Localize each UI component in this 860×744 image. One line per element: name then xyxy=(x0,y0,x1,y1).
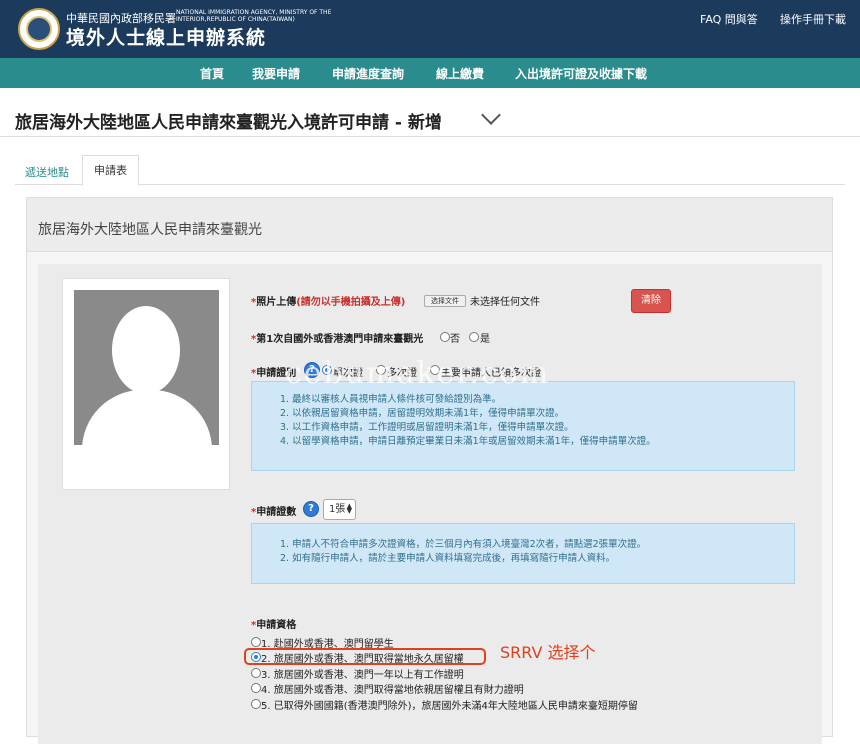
info-line: 3. 以工作資格申請，工作證明或居留證明未滿1年，僅得申請單次證。 xyxy=(280,422,574,433)
clear-button[interactable]: 清除 xyxy=(631,289,671,313)
tab-application-form[interactable]: 申請表 xyxy=(82,155,139,186)
nav-item-payment[interactable]: 線上繳費 xyxy=(436,65,484,82)
divider xyxy=(0,136,860,137)
tabs-divider xyxy=(15,184,845,185)
photo-label-text: 照片上傳 xyxy=(256,297,297,308)
nav-item-progress[interactable]: 申請進度查詢 xyxy=(332,65,404,82)
info-line: 2. 如有隨行申請人，請於主要申請人資料填寫完成後，再填寫隨行申請人資料。 xyxy=(280,553,616,564)
help-icon[interactable]: ? xyxy=(303,501,319,517)
first-time-yes-radio[interactable] xyxy=(469,332,479,342)
photo-upload-label: *照片上傳(請勿以手機拍攝及上傳) xyxy=(251,293,405,308)
qualification-option-3: 3. 旅居國外或香港、澳門一年以上有工作證明 xyxy=(261,670,464,681)
file-status: 未选择任何文件 xyxy=(470,297,540,308)
count-info-box: 1. 申請人不符合申請多次證資格，於三個月內有須入境臺灣2次者，請點選2張單次證… xyxy=(251,523,795,584)
first-time-no-label: 否 xyxy=(450,334,460,345)
info-line: 2. 以依親居留資格申請，居留證明效期未滿1年，僅得申請單次證。 xyxy=(280,408,565,419)
permit-count-text: 申請證數 xyxy=(256,507,297,518)
main-nav: 首頁 我要申請 申請進度查詢 線上繳費 入出境許可證及收據下載 xyxy=(0,58,860,88)
watermark: cebumaker.com xyxy=(285,356,551,391)
info-line: 1. 最終以審核人員視申請人條件核可發給證別為準。 xyxy=(280,394,502,405)
permit-count-value: 1張 xyxy=(329,504,346,515)
qualification-radio-3[interactable] xyxy=(251,668,261,678)
chevron-down-icon[interactable] xyxy=(481,105,501,125)
agency-name-en: NATIONAL IMMIGRATION AGENCY, MINISTRY OF… xyxy=(176,9,332,23)
qualification-radio-4[interactable] xyxy=(251,683,261,693)
first-time-yes-label: 是 xyxy=(480,334,490,345)
choose-file-button[interactable]: 选择文件 xyxy=(424,295,466,307)
info-line: 1. 申請人不符合申請多次證資格，於三個月內有須入境臺灣2次者，請點選2張單次證… xyxy=(280,539,647,550)
qualification-radio-5[interactable] xyxy=(251,699,261,709)
tab-delivery-location[interactable]: 遞送地點 xyxy=(25,164,69,180)
site-header: 中華民國內政部移民署 NATIONAL IMMIGRATION AGENCY, … xyxy=(0,0,860,58)
qualification-label: *申請資格 xyxy=(251,616,296,631)
info-line: 4. 以留學資格申請，申請日離預定畢業日未滿1年或居留效期未滿1年，僅得申請單次… xyxy=(280,436,656,447)
photo-preview xyxy=(62,278,230,490)
permit-info-box: 1. 最終以審核人員視申請人條件核可發給證別為準。 2. 以依親居留資格申請，居… xyxy=(251,381,795,471)
nav-item-apply[interactable]: 我要申請 xyxy=(252,65,300,82)
permit-count-select[interactable]: 1張 ▲ ▼ xyxy=(323,499,356,520)
first-time-text: 第1次自國外或香港澳門申請來臺觀光 xyxy=(256,334,424,345)
system-title[interactable]: 境外人士線上申辦系統 xyxy=(66,23,266,50)
nav-item-permit-download[interactable]: 入出境許可證及收據下載 xyxy=(515,65,647,82)
faq-link[interactable]: FAQ 問與答 xyxy=(700,11,758,27)
first-time-label: *第1次自國外或香港澳門申請來臺觀光 xyxy=(251,330,423,345)
permit-count-label: *申請證數 xyxy=(251,503,296,518)
qualification-option-4: 4. 旅居國外或香港、澳門取得當地依親居留權且有財力證明 xyxy=(261,685,524,696)
manual-download-link[interactable]: 操作手冊下載 xyxy=(780,11,846,27)
qualification-option-5: 5. 已取得外國國籍(香港澳門除外)，旅居國外未滿4年大陸地區人民申請來臺短期停… xyxy=(261,701,638,712)
first-time-no-radio[interactable] xyxy=(440,332,450,342)
panel-title: 旅居海外大陸地區人民申請來臺觀光 xyxy=(38,222,262,238)
avatar-placeholder-icon xyxy=(74,290,219,445)
annotation-text: SRRV 选择个 xyxy=(500,643,596,662)
photo-note: (請勿以手機拍攝及上傳) xyxy=(296,297,406,308)
annotation-highlight xyxy=(244,648,486,665)
nav-item-home[interactable]: 首頁 xyxy=(200,65,224,82)
agency-logo[interactable] xyxy=(18,8,60,50)
qualification-radio-1[interactable] xyxy=(251,637,261,647)
select-arrows-icon: ▲ ▼ xyxy=(346,502,352,515)
page-title: 旅居海外大陸地區人民申請來臺觀光入境許可申請 - 新增 xyxy=(15,113,442,133)
qualification-text: 申請資格 xyxy=(256,620,297,631)
panel-heading: 旅居海外大陸地區人民申請來臺觀光 xyxy=(27,198,832,252)
